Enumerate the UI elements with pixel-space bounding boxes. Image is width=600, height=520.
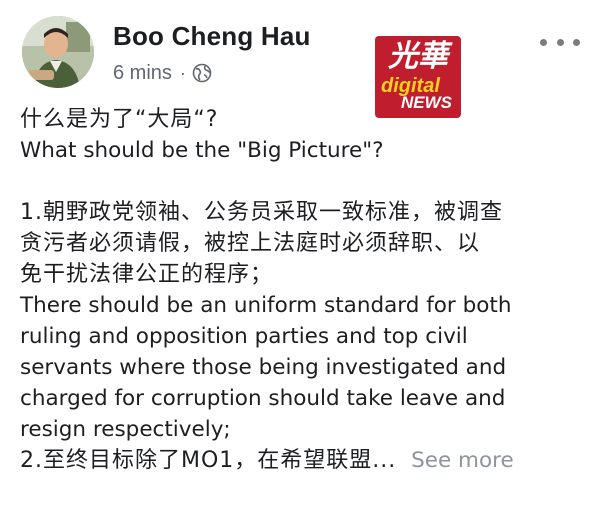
post-text-line: servants where those being investigated …: [20, 355, 507, 380]
post-text-line: There should be an uniform standard for …: [20, 293, 512, 318]
post-text-line: 贪污者必须请假，被控上法庭时必须辞职、以: [20, 231, 481, 256]
post-body: 什么是为了“大局“? What should be the "Big Pictu…: [20, 104, 588, 476]
post-meta: 6 mins ·: [113, 60, 212, 86]
watermark-chinese: 光華: [388, 39, 448, 74]
more-dot: [556, 38, 564, 46]
post-text-line: What should be the "Big Picture"?: [20, 138, 384, 163]
post-text-line: 免干扰法律公正的程序；: [20, 262, 274, 287]
post-text-line: resign respectively;: [20, 417, 231, 442]
post-text-line: 2.至终目标除了MO1，在希望联盟...: [20, 448, 397, 473]
post-text-line: charged for corruption should take leave…: [20, 386, 506, 411]
post-text-line: ruling and opposition parties and top ci…: [20, 324, 468, 349]
post-timestamp[interactable]: 6 mins: [113, 62, 172, 85]
post-text-last-line: 2.至终目标除了MO1，在希望联盟... See more: [20, 445, 588, 476]
facebook-post: Boo Cheng Hau 6 mins · 光華 digital NEWS 什…: [0, 0, 600, 520]
author-avatar[interactable]: [22, 16, 94, 88]
more-dot: [573, 38, 580, 46]
post-text-line: 什么是为了“大局“?: [20, 107, 219, 132]
post-text-line: 1.朝野政党领袖、公务员采取一致标准，被调查: [20, 200, 503, 225]
meta-separator: ·: [179, 62, 186, 83]
more-options-icon[interactable]: [540, 30, 580, 54]
see-more-link[interactable]: See more: [411, 448, 514, 473]
avatar-photo-icon: [22, 16, 94, 88]
globe-icon[interactable]: [192, 63, 212, 83]
more-dot: [540, 38, 547, 46]
author-name[interactable]: Boo Cheng Hau: [113, 21, 311, 52]
